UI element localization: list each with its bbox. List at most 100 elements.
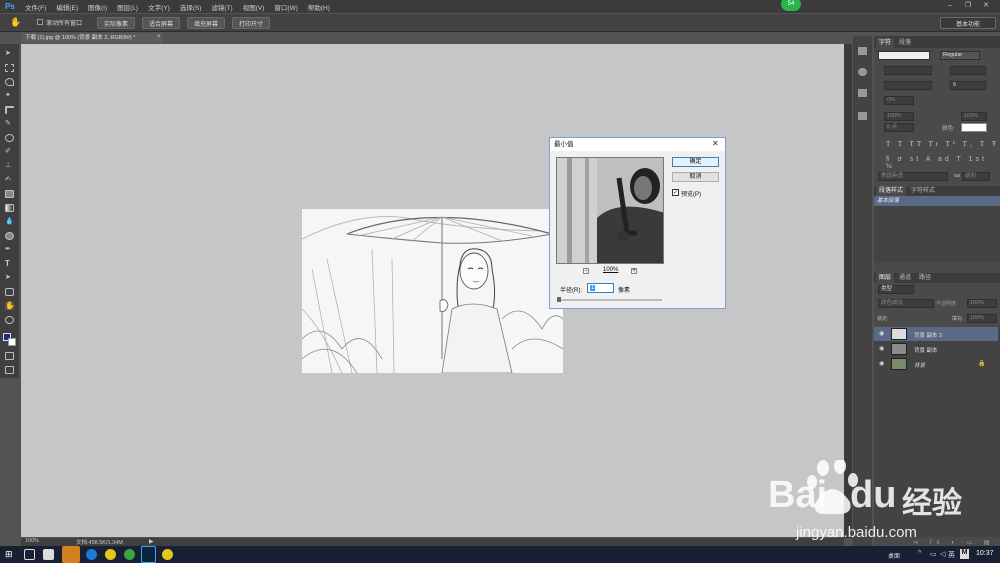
restore-icon[interactable]: ❐ <box>962 1 974 11</box>
photoshop-taskbar-icon[interactable] <box>141 546 156 563</box>
radius-slider[interactable] <box>558 299 662 301</box>
antialias-select[interactable]: 锐利 <box>962 172 990 181</box>
tracking-field[interactable]: 5 <box>950 81 986 90</box>
windows-start-icon[interactable]: ⊞ <box>5 549 16 560</box>
layer-name[interactable]: 背景 副本 <box>914 346 938 354</box>
chrome-icon[interactable] <box>124 549 135 560</box>
type-tool-icon[interactable]: T <box>5 260 14 268</box>
notification-badge[interactable]: 54 <box>781 0 801 11</box>
screen-mode-icon[interactable] <box>5 366 14 374</box>
blend-mode-select[interactable]: 颜色减淡 <box>878 299 934 308</box>
menu-select[interactable]: 选择(S) <box>175 2 207 12</box>
hand-tool-icon[interactable]: ✋ <box>5 302 15 310</box>
layer-name[interactable]: 背景 <box>914 361 925 369</box>
actual-pixels-button[interactable]: 实际像素 <box>97 17 135 29</box>
network-icon[interactable]: ▭ <box>930 550 937 558</box>
marquee-tool-icon[interactable] <box>5 64 14 72</box>
tray-up-icon[interactable]: ^ <box>918 550 921 557</box>
history-brush-icon[interactable]: ✍ <box>5 176 14 184</box>
pen-tool-icon[interactable]: ✒ <box>5 246 14 254</box>
dialog-close-icon[interactable]: ✕ <box>712 139 719 148</box>
filter-preview[interactable] <box>556 157 664 264</box>
ime-indicator[interactable]: 英 <box>948 550 955 560</box>
app-icon-yellow[interactable] <box>105 549 116 560</box>
document-tab[interactable]: 下载 (1).jpg @ 100% (背景 副本 2, RGB/8#) * <box>21 33 162 43</box>
layer-name[interactable]: 背景 副本 2 <box>914 331 942 339</box>
text-style-buttons[interactable]: T T TT Tr T¹ T₁ T Ŧ <box>886 140 999 148</box>
blur-tool-icon[interactable]: 💧 <box>5 218 14 226</box>
quick-mask-icon[interactable] <box>5 352 14 360</box>
zoom-in-icon[interactable]: + <box>631 268 637 274</box>
history-panel-icon[interactable] <box>858 47 867 55</box>
menu-window[interactable]: 窗口(W) <box>269 2 302 12</box>
vertical-scale-field[interactable]: 0% <box>884 96 914 105</box>
menu-type[interactable]: 文字(Y) <box>143 2 175 12</box>
quick-select-icon[interactable]: ✦ <box>5 92 14 100</box>
visibility-eye-icon[interactable]: ◉ <box>879 330 884 337</box>
layer-row[interactable]: ◉ 背景 副本 2 <box>874 327 998 341</box>
layer-comps-icon[interactable] <box>858 89 867 97</box>
clone-stamp-icon[interactable]: ⊥ <box>5 162 14 170</box>
radius-slider-handle[interactable] <box>557 297 561 302</box>
close-tab-icon[interactable]: × <box>157 34 161 40</box>
tab-paragraph[interactable]: 段落 <box>896 38 914 48</box>
layer-row[interactable]: ◉ 背景 🔒 <box>874 357 998 371</box>
clock[interactable]: 10:37 <box>976 550 994 557</box>
brush-tool-icon[interactable]: ✐ <box>5 148 14 156</box>
document-image[interactable] <box>302 209 563 373</box>
fill-screen-button[interactable]: 填充屏幕 <box>187 17 225 29</box>
menu-edit[interactable]: 编辑(E) <box>51 2 83 12</box>
radius-input[interactable]: 1 <box>587 283 614 293</box>
menu-view[interactable]: 视图(V) <box>238 2 270 12</box>
menu-file[interactable]: 文件(F) <box>20 2 51 12</box>
info-panel-icon[interactable] <box>858 68 867 76</box>
fill-field[interactable]: 100% <box>967 314 997 323</box>
gradient-tool-icon[interactable] <box>5 204 14 212</box>
zoom-tool-icon[interactable] <box>5 316 14 324</box>
wechat-app-icon[interactable] <box>62 546 80 563</box>
eyedropper-icon[interactable]: ✎ <box>5 120 14 128</box>
minimize-icon[interactable]: – <box>944 1 956 11</box>
background-color-swatch[interactable] <box>8 338 16 346</box>
tab-layers[interactable]: 图层 <box>876 273 895 283</box>
status-menu-arrow-icon[interactable]: ▶ <box>149 538 154 545</box>
tab-paragraph-styles[interactable]: 段落样式 <box>876 186 907 196</box>
close-icon[interactable]: ✕ <box>980 1 992 11</box>
shape-tool-icon[interactable] <box>5 288 14 296</box>
desktop-label[interactable]: 桌面 <box>888 551 900 560</box>
scroll-all-checkbox[interactable] <box>37 19 43 25</box>
preview-checkbox[interactable]: ✓ <box>672 189 679 196</box>
visibility-eye-icon[interactable]: ◉ <box>879 360 884 367</box>
zoom-level[interactable]: 100% <box>25 538 39 544</box>
baseline-shift-field[interactable]: 0 点 <box>884 123 914 132</box>
cancel-button[interactable]: 取消 <box>672 172 719 182</box>
properties-panel-icon[interactable] <box>858 112 867 120</box>
para-style-item[interactable]: 基本段落 <box>874 196 1000 206</box>
eraser-icon[interactable] <box>5 190 14 198</box>
menu-help[interactable]: 帮助(H) <box>303 2 335 12</box>
print-size-button[interactable]: 打印尺寸 <box>232 17 270 29</box>
font-style-select[interactable]: Regular <box>940 51 980 60</box>
opacity-field[interactable]: 100% <box>967 299 997 308</box>
visibility-eye-icon[interactable]: ◉ <box>879 345 884 352</box>
fit-screen-button[interactable]: 适合屏幕 <box>142 17 180 29</box>
task-view-icon[interactable] <box>24 549 35 560</box>
dodge-tool-icon[interactable] <box>5 232 14 240</box>
workspace-select[interactable]: 基本功能 <box>940 17 996 29</box>
tab-character[interactable]: 字符 <box>876 38 895 48</box>
font-size-field[interactable] <box>884 66 932 75</box>
move-tool-icon[interactable]: ➤ <box>5 50 14 58</box>
hand-tool-icon[interactable]: ✋ <box>10 17 22 28</box>
tab-paths[interactable]: 路径 <box>916 273 934 283</box>
layer-filter-select[interactable]: 类型 <box>878 285 914 294</box>
text-color-swatch[interactable] <box>961 123 987 132</box>
path-select-icon[interactable]: ➤ <box>5 274 14 282</box>
horizontal-scale-field[interactable]: 100% <box>884 112 914 121</box>
opentype-buttons[interactable]: ﬁ σ st A ad T 1st ½ <box>886 156 1000 170</box>
crop-tool-icon[interactable] <box>5 106 14 114</box>
browser-app-icon[interactable] <box>86 549 97 560</box>
healing-brush-icon[interactable] <box>5 134 14 142</box>
volume-icon[interactable]: ◁ <box>940 550 945 558</box>
ok-button[interactable]: 确定 <box>672 157 719 167</box>
kerning-field[interactable] <box>884 81 932 90</box>
